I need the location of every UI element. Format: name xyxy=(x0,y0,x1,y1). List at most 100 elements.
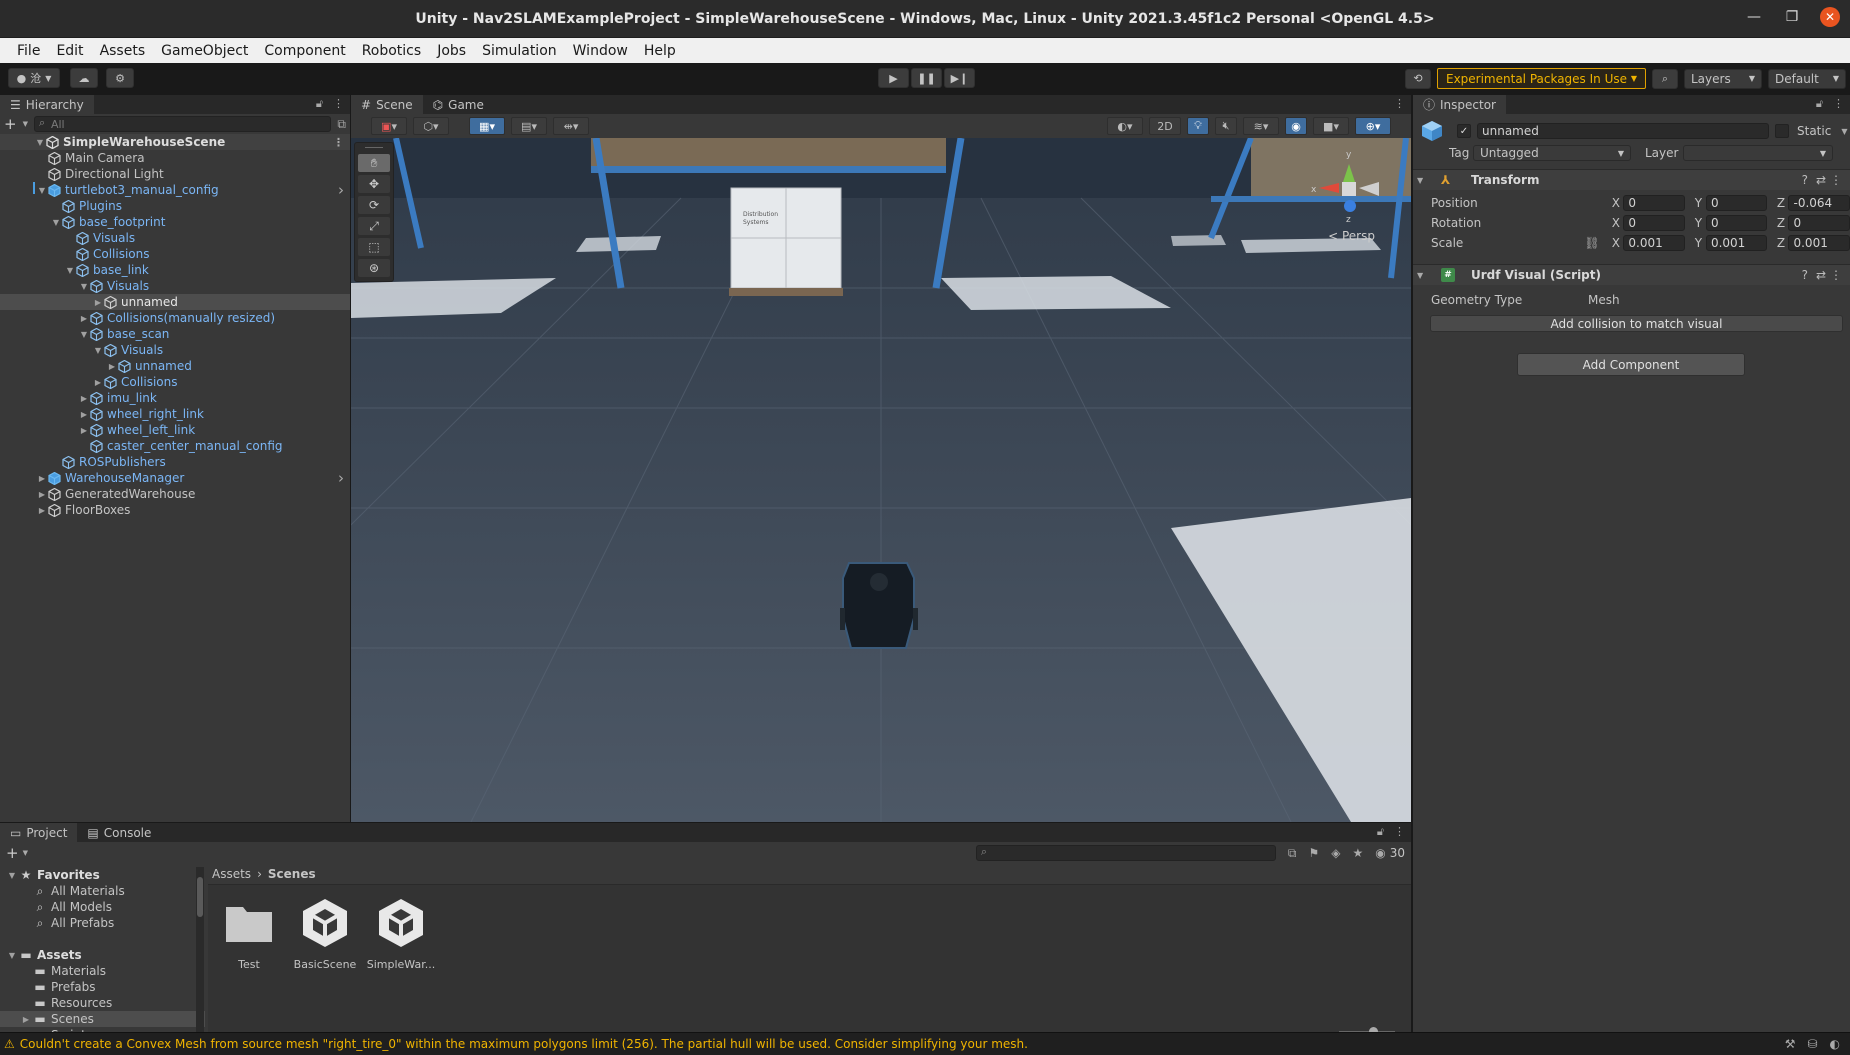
hierarchy-item[interactable]: ▼ Visuals xyxy=(0,342,350,358)
search-button[interactable]: ⌕ xyxy=(1652,68,1678,89)
gizmos-button[interactable]: ⊕ ▾ xyxy=(1355,117,1391,135)
asset-item[interactable]: BasicScene xyxy=(290,897,360,971)
scene-viewport[interactable]: Distribution Systems ✋︎ ✥ ⟳ ⤢ ⬚ ⊛ y x z … xyxy=(351,138,1411,822)
add-collision-button[interactable]: Add collision to match visual xyxy=(1430,315,1843,332)
caret-open-icon[interactable]: ▼ xyxy=(1417,271,1431,280)
kebab-menu-icon[interactable]: ⋮ xyxy=(333,97,344,111)
database-icon[interactable]: ⛁ xyxy=(1807,1037,1817,1051)
caret-closed-icon[interactable]: ▶ xyxy=(92,298,104,307)
kebab-menu-icon[interactable]: ⋮ xyxy=(1394,97,1405,110)
chevron-down-icon[interactable]: ▼ xyxy=(23,849,28,857)
cloud-button[interactable]: ☁ xyxy=(70,68,98,88)
perspective-label[interactable]: < Persp xyxy=(1328,229,1375,243)
layers-dropdown[interactable]: Layers ▼ xyxy=(1684,68,1762,89)
position-x-field[interactable]: 0 xyxy=(1623,195,1685,211)
minimize-icon[interactable]: — xyxy=(1744,7,1764,27)
align-button[interactable]: ⇹ ▾ xyxy=(553,117,589,135)
star-icon[interactable]: ★ xyxy=(1352,846,1363,860)
visibility-toggle[interactable]: ◉ xyxy=(1285,117,1307,135)
hierarchy-item[interactable]: ▶ imu_link xyxy=(0,390,350,406)
menu-simulation[interactable]: Simulation xyxy=(474,43,565,59)
lock-icon[interactable]: 🔓︎ xyxy=(1816,97,1823,111)
transform-header[interactable]: ▼ ⅄ Transform ? ⇄ ⋮ xyxy=(1413,169,1850,190)
step-button[interactable]: ▶❙ xyxy=(944,68,975,88)
tree-scrollbar[interactable] xyxy=(196,867,204,1037)
hierarchy-item[interactable]: ▼ base_footprint xyxy=(0,214,350,230)
project-tree-item[interactable]: ⌕ All Models xyxy=(0,899,205,915)
filter-icon[interactable]: ⚑ xyxy=(1308,846,1319,860)
tab-project[interactable]: ▭ Project xyxy=(0,823,78,842)
caret-closed-icon[interactable]: ▶ xyxy=(78,314,90,323)
camera-mode-button[interactable]: ◐ ▾ xyxy=(1107,117,1143,135)
tab-console[interactable]: ▤ Console xyxy=(77,823,161,842)
layer-dropdown[interactable]: ▼ xyxy=(1683,145,1833,161)
scene-row[interactable]: ▼ SimpleWarehouseScene ⋮ xyxy=(0,134,350,150)
hierarchy-item[interactable]: ▶ unnamed xyxy=(0,358,350,374)
kebab-menu-icon[interactable]: ⋮ xyxy=(1830,268,1842,282)
close-icon[interactable]: ✕ xyxy=(1820,7,1840,27)
breadcrumb-item[interactable]: Scenes xyxy=(268,867,316,881)
project-tree-item[interactable]: ▬ Prefabs xyxy=(0,979,205,995)
audio-toggle[interactable]: 🔇︎ xyxy=(1215,117,1237,135)
pause-button[interactable]: ❚❚ xyxy=(911,68,942,88)
lighting-toggle[interactable]: 💡︎ xyxy=(1187,117,1209,135)
breadcrumb-item[interactable]: Assets xyxy=(212,867,251,881)
add-icon[interactable]: + xyxy=(6,844,19,862)
tab-inspector[interactable]: ⓘ Inspector xyxy=(1413,95,1506,114)
caret-open-icon[interactable]: ▼ xyxy=(1417,176,1431,185)
collab-button[interactable]: ⚙ xyxy=(106,68,134,88)
menu-component[interactable]: Component xyxy=(256,43,353,59)
preset-icon[interactable]: ⇄ xyxy=(1816,268,1826,282)
filter-icon[interactable]: ⧉ xyxy=(337,117,346,132)
hierarchy-item[interactable]: ▼ base_scan xyxy=(0,326,350,342)
constrain-proportions-icon[interactable]: ⛓︎ xyxy=(1574,236,1611,250)
object-name-field[interactable]: unnamed xyxy=(1477,123,1769,139)
kebab-menu-icon[interactable]: ⋮ xyxy=(1833,97,1844,111)
grid-snapping-button[interactable]: ▦ ▾ xyxy=(469,117,505,135)
hand-tool-icon[interactable]: ✋︎ xyxy=(358,154,390,172)
position-z-field[interactable]: -0.064 xyxy=(1788,195,1850,211)
hierarchy-item[interactable]: ▼ Visuals xyxy=(0,278,350,294)
rect-tool-icon[interactable]: ⬚ xyxy=(358,238,390,256)
hierarchy-item[interactable]: ▼ base_link xyxy=(0,262,350,278)
hierarchy-item[interactable]: caster_center_manual_config xyxy=(0,438,350,454)
caret-closed-icon[interactable]: ▶ xyxy=(20,1015,32,1024)
caret-open-icon[interactable]: ▼ xyxy=(78,282,90,291)
orientation-gizmo[interactable]: y x z xyxy=(1299,144,1399,229)
menu-window[interactable]: Window xyxy=(565,43,636,59)
hierarchy-item[interactable]: ▶ wheel_right_link xyxy=(0,406,350,422)
effects-toggle[interactable]: ≋ ▾ xyxy=(1243,117,1279,135)
caret-open-icon[interactable]: ▼ xyxy=(6,871,18,880)
incremental-snap-button[interactable]: ▤ ▾ xyxy=(511,117,547,135)
add-icon[interactable]: + xyxy=(4,115,17,133)
menu-file[interactable]: File xyxy=(9,43,48,59)
move-tool-icon[interactable]: ✥ xyxy=(358,175,390,193)
menu-edit[interactable]: Edit xyxy=(48,43,91,59)
play-button[interactable]: ▶ xyxy=(878,68,909,88)
help-icon[interactable]: ? xyxy=(1802,173,1808,187)
caret-closed-icon[interactable]: ▶ xyxy=(92,378,104,387)
menu-help[interactable]: Help xyxy=(636,43,684,59)
caret-closed-icon[interactable]: ▶ xyxy=(36,474,48,483)
scale-x-field[interactable]: 0.001 xyxy=(1623,235,1685,251)
scale-y-field[interactable]: 0.001 xyxy=(1705,235,1768,251)
menu-gameobject[interactable]: GameObject xyxy=(153,43,256,59)
hierarchy-item[interactable]: ▶ Collisions(manually resized) xyxy=(0,310,350,326)
caret-closed-icon[interactable]: ▶ xyxy=(36,490,48,499)
tab-game[interactable]: ⌬ Game xyxy=(423,95,494,114)
hierarchy-item[interactable]: ▶ FloorBoxes xyxy=(0,502,350,518)
chevron-down-icon[interactable]: ▼ xyxy=(23,120,28,128)
hierarchy-item[interactable]: ▶ GeneratedWarehouse xyxy=(0,486,350,502)
caret-closed-icon[interactable]: ▶ xyxy=(36,506,48,515)
rotation-z-field[interactable]: 0 xyxy=(1788,215,1850,231)
menu-robotics[interactable]: Robotics xyxy=(354,43,430,59)
scene-camera-button[interactable]: ■ ▾ xyxy=(1313,117,1349,135)
open-prefab-icon[interactable]: › xyxy=(338,469,344,487)
caret-open-icon[interactable]: ▼ xyxy=(92,346,104,355)
project-tree-item[interactable]: ▬ Materials xyxy=(0,963,205,979)
project-tree-item[interactable]: ▼ ▬ Assets xyxy=(0,947,205,963)
project-tree-item[interactable]: ⌕ All Materials xyxy=(0,883,205,899)
hierarchy-search-input[interactable]: All xyxy=(33,116,332,132)
preset-icon[interactable]: ⇄ xyxy=(1816,173,1826,187)
hierarchy-item[interactable]: ▶ WarehouseManager › xyxy=(0,469,350,487)
